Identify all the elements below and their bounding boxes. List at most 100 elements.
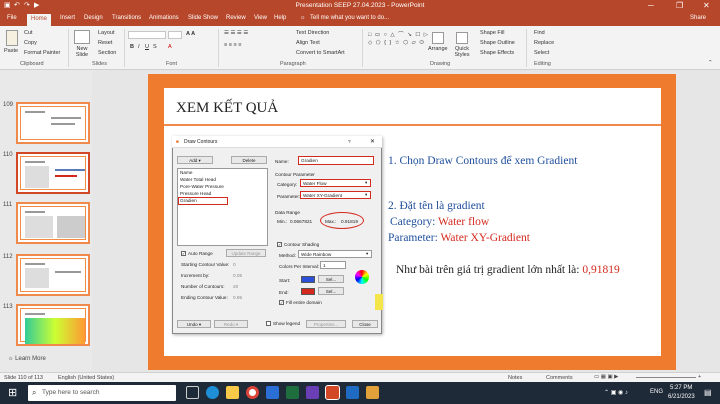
task-view-icon[interactable] (186, 386, 199, 399)
chrome-icon[interactable] (246, 386, 259, 399)
copy-button[interactable]: Copy (24, 40, 37, 46)
shapes-gallery[interactable]: □ ▭ ○ △ ⌒ ↘ ☐ ▷ (368, 30, 429, 38)
tab-insert[interactable]: Insert (60, 15, 75, 21)
tab-help[interactable]: Help (274, 15, 286, 21)
reset-button[interactable]: Reset (98, 40, 112, 46)
name-input[interactable]: Gradien (298, 156, 374, 165)
help-icon[interactable]: ? (348, 139, 351, 144)
properties-button[interactable]: Properties... (306, 320, 346, 328)
step-1-text[interactable]: 1. Chọn Draw Contours để xem Gradient (388, 155, 577, 167)
contour-shading-checkbox[interactable]: ✓ (277, 242, 282, 247)
text-direction-button[interactable]: Text Direction (296, 30, 329, 36)
learn-more-link[interactable]: ☼ Learn More (8, 356, 46, 362)
replace-button[interactable]: Replace (534, 40, 554, 46)
tab-design[interactable]: Design (84, 15, 103, 21)
align-icons[interactable]: ≡ ≡ ≡ ≡ (224, 42, 241, 48)
parameter-select[interactable]: Water XY-Gradient ▾ (300, 191, 371, 199)
slide-thumbnail-109[interactable] (16, 102, 90, 144)
colors-input[interactable]: 1 (320, 261, 346, 269)
parameter-line[interactable]: Parameter: Water XY-Gradient (388, 232, 530, 244)
slide-thumbnail-110[interactable] (16, 152, 90, 194)
slide-thumbnail-111[interactable] (16, 202, 90, 244)
add-button[interactable]: Add ▾ (177, 156, 213, 164)
view-buttons[interactable]: ▭ ▦ ▣ ▶ (594, 374, 618, 380)
arrange-icon[interactable] (432, 32, 444, 44)
italic-icon[interactable]: I (138, 44, 140, 50)
clock-time[interactable]: 5:27 PM (670, 385, 692, 391)
paste-button[interactable]: Paste (4, 48, 18, 54)
tab-file[interactable]: File (7, 15, 17, 21)
smartart-button[interactable]: Convert to SmartArt (296, 50, 345, 56)
tell-me-box[interactable]: Tell me what you want to do... (310, 15, 389, 21)
tab-home[interactable]: Home (27, 14, 52, 26)
tab-animations[interactable]: Animations (149, 15, 179, 21)
ending-value[interactable]: 0.95 (233, 295, 242, 300)
word-icon[interactable] (266, 386, 279, 399)
find-button[interactable]: Find (534, 30, 545, 36)
language-tray[interactable]: ENG (650, 389, 663, 395)
quick-styles-button[interactable]: Quick Styles (452, 46, 472, 58)
collapse-ribbon-icon[interactable]: ⌃ (708, 60, 713, 66)
paste-icon[interactable] (6, 30, 18, 46)
zoom-in-button[interactable]: + (698, 374, 701, 380)
new-slide-icon[interactable] (74, 30, 90, 44)
end-color-swatch[interactable] (301, 288, 315, 295)
excel-icon[interactable] (286, 386, 299, 399)
comments-button[interactable]: Comments (546, 375, 573, 381)
share-button[interactable]: Share (690, 15, 706, 21)
edge-icon[interactable] (206, 386, 219, 399)
dialog-close-icon[interactable]: ✕ (370, 138, 375, 145)
cut-button[interactable]: Cut (24, 30, 33, 36)
taskbar-search-box[interactable]: ⌕ Type here to search (28, 385, 176, 401)
font-color-icon[interactable]: A (168, 44, 172, 50)
close-icon[interactable]: ✕ (703, 1, 710, 10)
teams-icon[interactable] (306, 386, 319, 399)
color-wheel-icon[interactable] (355, 270, 369, 284)
category-line[interactable]: Category: Water flow (390, 216, 489, 228)
shapes-gallery-row2[interactable]: ◇ ⬠ { } ☆ ⬡ ▱ ⬭ (368, 40, 425, 47)
tab-review[interactable]: Review (226, 15, 246, 21)
slide-thumbnail-113[interactable] (16, 304, 90, 346)
slide-title[interactable]: XEM KẾT QUẢ (176, 100, 278, 117)
undo-button[interactable]: Undo ▾ (177, 320, 211, 328)
arrange-button[interactable]: Arrange (428, 46, 448, 52)
file-explorer-icon[interactable] (226, 386, 239, 399)
close-button[interactable]: Close (352, 320, 378, 328)
powerpoint-icon[interactable] (325, 385, 340, 400)
list-item[interactable]: Name (180, 170, 193, 175)
zoom-slider[interactable] (636, 377, 696, 378)
step-2-text[interactable]: 2. Đặt tên là gradient (388, 200, 485, 212)
update-range-button[interactable]: Update Range (226, 249, 266, 257)
start-select-button[interactable]: Sel... (318, 275, 344, 283)
redo-button[interactable]: Redo ▾ (214, 320, 248, 328)
end-select-button[interactable]: Sel... (318, 287, 344, 295)
shape-effects-button[interactable]: Shape Effects (480, 50, 514, 56)
underline-icon[interactable]: U (145, 44, 149, 50)
increment-value[interactable]: 0.05 (233, 273, 242, 278)
shape-outline-button[interactable]: Shape Outline (480, 40, 515, 46)
select-button[interactable]: Select (534, 50, 549, 56)
outlook-icon[interactable] (346, 386, 359, 399)
note-line[interactable]: Như bài trên giá trị gradient lớn nhất l… (396, 264, 620, 276)
number-value[interactable]: 20 (233, 284, 238, 289)
starting-value[interactable]: 0 (233, 262, 236, 267)
restore-icon[interactable]: ❐ (676, 1, 683, 10)
app-icon-orange[interactable] (366, 386, 379, 399)
font-name-field[interactable] (128, 31, 166, 39)
tab-view[interactable]: View (254, 15, 267, 21)
notes-button[interactable]: Notes (508, 375, 522, 381)
start-color-swatch[interactable] (301, 276, 315, 283)
tab-slide-show[interactable]: Slide Show (188, 15, 218, 21)
show-legend-checkbox[interactable] (266, 321, 271, 326)
minimize-icon[interactable]: ─ (648, 1, 654, 10)
new-slide-button[interactable]: New Slide (72, 46, 92, 58)
bold-icon[interactable]: B (130, 44, 134, 50)
windows-start-icon[interactable]: ⊞ (8, 386, 17, 399)
delete-button[interactable]: Delete (231, 156, 267, 164)
section-button[interactable]: Section (98, 50, 116, 56)
clock-date[interactable]: 6/21/2023 (668, 394, 695, 400)
font-size-field[interactable] (168, 31, 182, 39)
slide-thumbnail-112[interactable] (16, 254, 90, 296)
list-item-selected[interactable]: Gradien (180, 198, 197, 203)
auto-range-checkbox[interactable]: ✓ (181, 251, 186, 256)
